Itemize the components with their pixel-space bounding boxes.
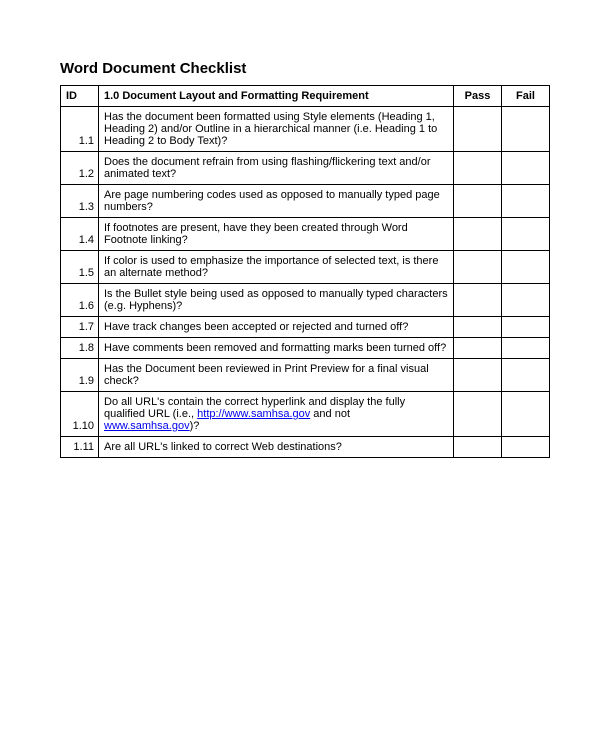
table-row: 1.9 Has the Document been reviewed in Pr… [61, 359, 550, 392]
header-pass: Pass [454, 86, 502, 107]
cell-fail [502, 218, 550, 251]
cell-id: 1.10 [61, 392, 99, 437]
header-desc: 1.0 Document Layout and Formatting Requi… [99, 86, 454, 107]
page-title: Word Document Checklist [60, 60, 550, 77]
cell-desc: Do all URL's contain the correct hyperli… [99, 392, 454, 437]
table-row: 1.6 Is the Bullet style being used as op… [61, 284, 550, 317]
desc-text: and not [310, 408, 350, 420]
header-fail: Fail [502, 86, 550, 107]
table-row: 1.3 Are page numbering codes used as opp… [61, 185, 550, 218]
table-row: 1.2 Does the document refrain from using… [61, 152, 550, 185]
cell-desc: Does the document refrain from using fla… [99, 152, 454, 185]
cell-fail [502, 284, 550, 317]
cell-pass [454, 185, 502, 218]
table-row: 1.7 Have track changes been accepted or … [61, 317, 550, 338]
cell-pass [454, 107, 502, 152]
table-row: 1.5 If color is used to emphasize the im… [61, 251, 550, 284]
cell-desc: Are all URL's linked to correct Web dest… [99, 437, 454, 458]
cell-pass [454, 284, 502, 317]
table-row: 1.4 If footnotes are present, have they … [61, 218, 550, 251]
cell-desc: If footnotes are present, have they been… [99, 218, 454, 251]
cell-id: 1.1 [61, 107, 99, 152]
cell-id: 1.2 [61, 152, 99, 185]
cell-desc: Have track changes been accepted or reje… [99, 317, 454, 338]
checklist-table: ID 1.0 Document Layout and Formatting Re… [60, 85, 550, 458]
table-row: 1.11 Are all URL's linked to correct Web… [61, 437, 550, 458]
cell-pass [454, 251, 502, 284]
table-row: 1.8 Have comments been removed and forma… [61, 338, 550, 359]
cell-pass [454, 392, 502, 437]
url-link[interactable]: www.samhsa.gov [104, 420, 190, 432]
table-row: 1.1 Has the document been formatted usin… [61, 107, 550, 152]
header-id: ID [61, 86, 99, 107]
cell-pass [454, 338, 502, 359]
cell-desc: Have comments been removed and formattin… [99, 338, 454, 359]
cell-fail [502, 359, 550, 392]
cell-fail [502, 185, 550, 218]
cell-id: 1.8 [61, 338, 99, 359]
cell-fail [502, 251, 550, 284]
cell-id: 1.11 [61, 437, 99, 458]
cell-fail [502, 392, 550, 437]
cell-desc: Are page numbering codes used as opposed… [99, 185, 454, 218]
cell-desc: If color is used to emphasize the import… [99, 251, 454, 284]
cell-id: 1.5 [61, 251, 99, 284]
cell-id: 1.7 [61, 317, 99, 338]
cell-pass [454, 218, 502, 251]
cell-fail [502, 152, 550, 185]
cell-fail [502, 338, 550, 359]
cell-desc: Has the Document been reviewed in Print … [99, 359, 454, 392]
cell-pass [454, 152, 502, 185]
cell-pass [454, 317, 502, 338]
cell-id: 1.9 [61, 359, 99, 392]
cell-id: 1.6 [61, 284, 99, 317]
cell-pass [454, 437, 502, 458]
cell-fail [502, 317, 550, 338]
cell-desc: Has the document been formatted using St… [99, 107, 454, 152]
cell-fail [502, 437, 550, 458]
url-link[interactable]: http://www.samhsa.gov [197, 408, 310, 420]
cell-desc: Is the Bullet style being used as oppose… [99, 284, 454, 317]
cell-id: 1.4 [61, 218, 99, 251]
desc-text: )? [190, 420, 200, 432]
table-header-row: ID 1.0 Document Layout and Formatting Re… [61, 86, 550, 107]
table-row: 1.10 Do all URL's contain the correct hy… [61, 392, 550, 437]
cell-pass [454, 359, 502, 392]
cell-id: 1.3 [61, 185, 99, 218]
cell-fail [502, 107, 550, 152]
